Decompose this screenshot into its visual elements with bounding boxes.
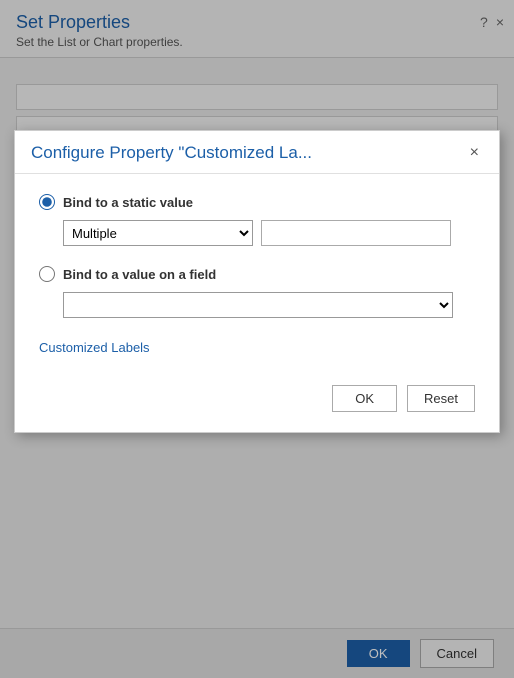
field-value-radio[interactable] (39, 266, 55, 282)
modal-close-button[interactable]: × (466, 145, 483, 161)
static-value-text-input[interactable] (261, 220, 451, 246)
modal-ok-button[interactable]: OK (332, 385, 397, 412)
field-value-row: Bind to a value on a field (39, 266, 475, 282)
modal-reset-button[interactable]: Reset (407, 385, 475, 412)
modal-title: Configure Property "Customized La... (31, 143, 312, 163)
field-value-select[interactable] (63, 292, 453, 318)
static-value-select[interactable]: Multiple (63, 220, 253, 246)
static-value-row: Bind to a static value (39, 194, 475, 210)
configure-property-modal: Configure Property "Customized La... × B… (14, 130, 500, 433)
static-controls-row: Multiple (63, 220, 475, 246)
field-value-label: Bind to a value on a field (63, 267, 216, 282)
static-value-label: Bind to a static value (63, 195, 193, 210)
field-select-row (63, 292, 475, 318)
modal-body: Bind to a static value Multiple Bind to … (15, 174, 499, 365)
customized-labels-link[interactable]: Customized Labels (39, 340, 475, 355)
static-value-radio[interactable] (39, 194, 55, 210)
modal-header: Configure Property "Customized La... × (15, 131, 499, 174)
modal-footer: OK Reset (15, 365, 499, 412)
